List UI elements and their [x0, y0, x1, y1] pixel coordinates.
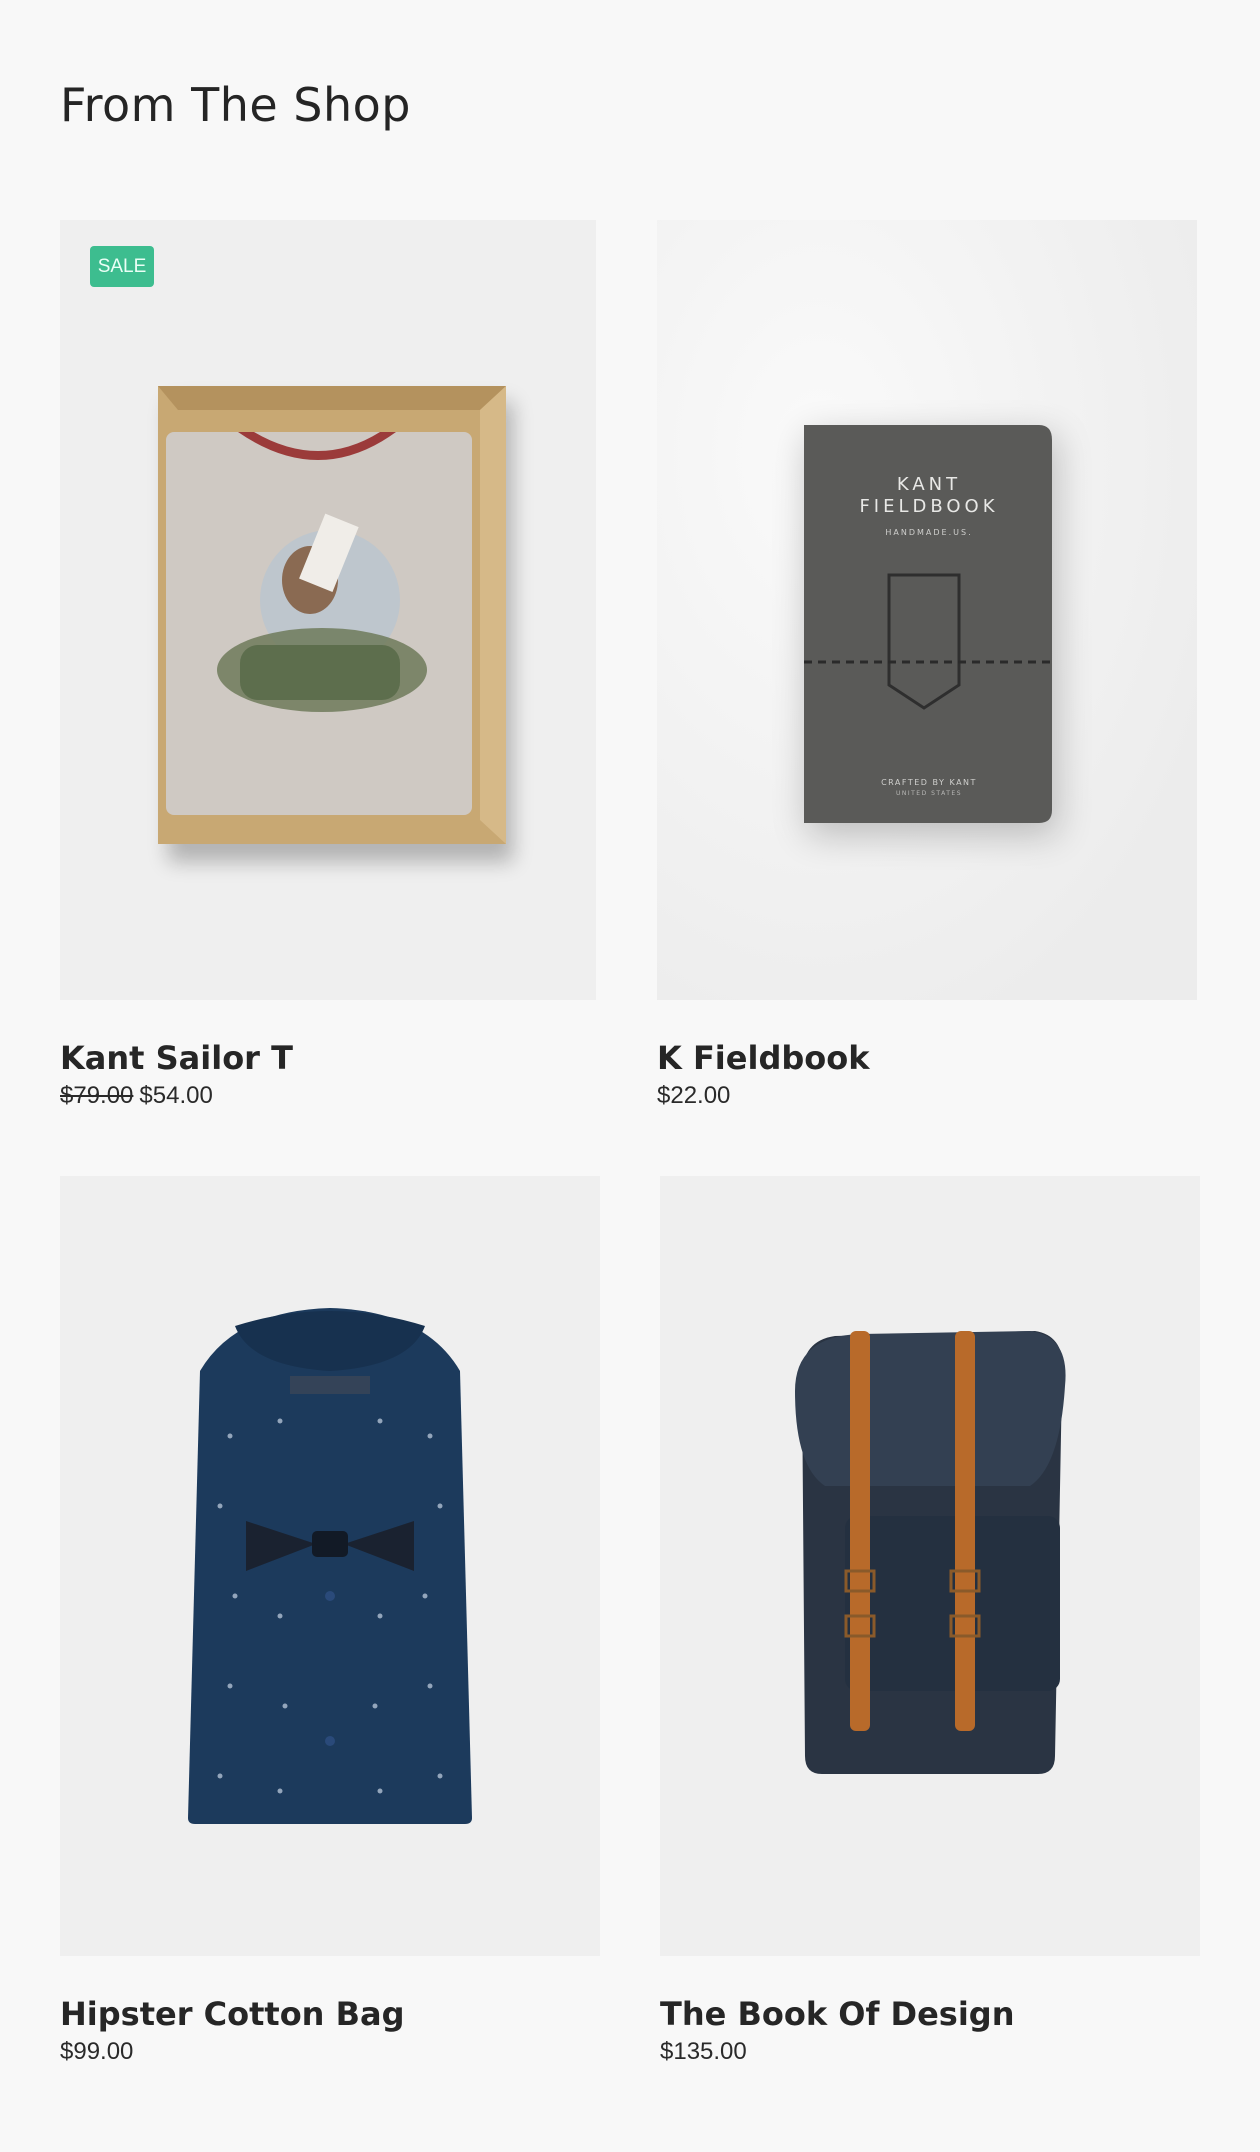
shop-section: From The Shop SALE Kant Sailor T $79.00 …	[0, 0, 1260, 2152]
product-image-link[interactable]	[60, 1176, 600, 1956]
product-card-the-book-of-design: The Book Of Design $135.00	[660, 1176, 1200, 2068]
product-price: $99.00	[60, 2038, 134, 2065]
product-card-kant-sailor-t: SALE Kant Sailor T $79.00 $54.00	[60, 220, 596, 1112]
product-price: $135.00	[660, 2038, 747, 2065]
product-price: $79.00 $54.00	[60, 1080, 596, 1112]
cover-crafted: CRAFTED BY KANT	[881, 778, 977, 787]
sale-price: $54.00	[139, 1082, 213, 1109]
cover-origin: UNITED STATES	[896, 790, 962, 797]
cover-brand-line1: KANT	[897, 474, 961, 495]
cover-brand-line2: FIELDBOOK	[859, 496, 998, 517]
backpack-image	[795, 1331, 1066, 1774]
notebook-image: KANT FIELDBOOK HANDMADE.US. CRAFTED BY K…	[657, 220, 1197, 1000]
tshirt-box-image	[158, 386, 513, 862]
shirt-image	[188, 1308, 472, 1824]
cover-tagline: HANDMADE.US.	[885, 528, 972, 537]
product-name-link[interactable]: Kant Sailor T	[60, 1038, 596, 1078]
product-image-link[interactable]: KANT FIELDBOOK HANDMADE.US. CRAFTED BY K…	[657, 220, 1197, 1000]
product-price: $22.00	[657, 1082, 731, 1109]
product-name-link[interactable]: Hipster Cotton Bag	[60, 1994, 600, 2034]
product-image-link[interactable]: SALE	[60, 220, 596, 1000]
product-card-k-fieldbook: KANT FIELDBOOK HANDMADE.US. CRAFTED BY K…	[657, 220, 1197, 1112]
product-name-link[interactable]: K Fieldbook	[657, 1038, 1197, 1078]
product-name-link[interactable]: The Book Of Design	[660, 1994, 1200, 2034]
original-price: $79.00	[60, 1082, 134, 1109]
product-card-hipster-cotton-bag: Hipster Cotton Bag $99.00	[60, 1176, 600, 2068]
section-title: From The Shop	[60, 78, 411, 132]
sale-badge: SALE	[90, 246, 154, 287]
product-image-link[interactable]	[660, 1176, 1200, 1956]
